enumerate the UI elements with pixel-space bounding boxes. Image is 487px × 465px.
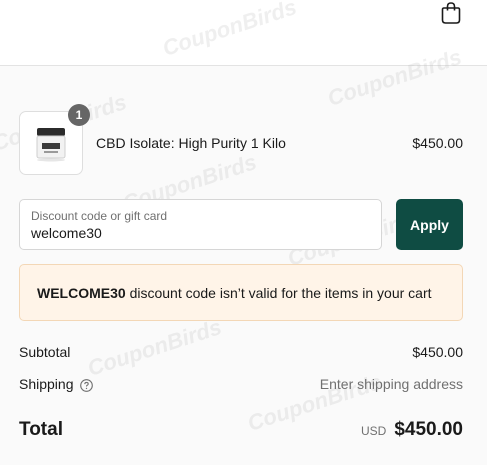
help-icon[interactable] bbox=[79, 378, 93, 392]
total-currency: USD bbox=[360, 424, 387, 438]
shipping-row-label: Shipping bbox=[19, 376, 93, 392]
discount-code-field[interactable]: Discount code or gift card welcome30 bbox=[19, 199, 382, 250]
header bbox=[0, 0, 487, 66]
discount-error-alert: WELCOME30 discount code isn’t valid for … bbox=[19, 264, 463, 321]
alert-message: WELCOME30 discount code isn’t valid for … bbox=[37, 285, 432, 301]
total-value: $450.00 bbox=[394, 419, 463, 440]
discount-field-label: Discount code or gift card bbox=[31, 209, 168, 223]
product-name: CBD Isolate: High Purity 1 Kilo bbox=[96, 135, 286, 151]
discount-code-input[interactable]: welcome30 bbox=[31, 225, 102, 241]
alert-text: discount code isn’t valid for the items … bbox=[125, 285, 432, 301]
cart-button[interactable] bbox=[438, 0, 464, 26]
shipping-label: Shipping bbox=[19, 376, 74, 392]
shipping-value: Enter shipping address bbox=[319, 376, 463, 392]
watermark: CouponBirds bbox=[84, 314, 225, 381]
total-amount: USD $450.00 bbox=[361, 419, 463, 441]
subtotal-value: $450.00 bbox=[412, 344, 463, 360]
total-label: Total bbox=[19, 419, 63, 440]
product-price: $450.00 bbox=[412, 135, 463, 151]
alert-code: WELCOME30 bbox=[37, 285, 126, 301]
apply-button[interactable]: Apply bbox=[396, 199, 463, 250]
shopping-bag-icon bbox=[441, 2, 461, 24]
quantity-badge: 1 bbox=[68, 104, 90, 126]
subtotal-label: Subtotal bbox=[19, 344, 71, 360]
product-jar-image bbox=[36, 128, 66, 162]
line-item: 1 CBD Isolate: High Purity 1 Kilo $450.0… bbox=[19, 104, 463, 175]
